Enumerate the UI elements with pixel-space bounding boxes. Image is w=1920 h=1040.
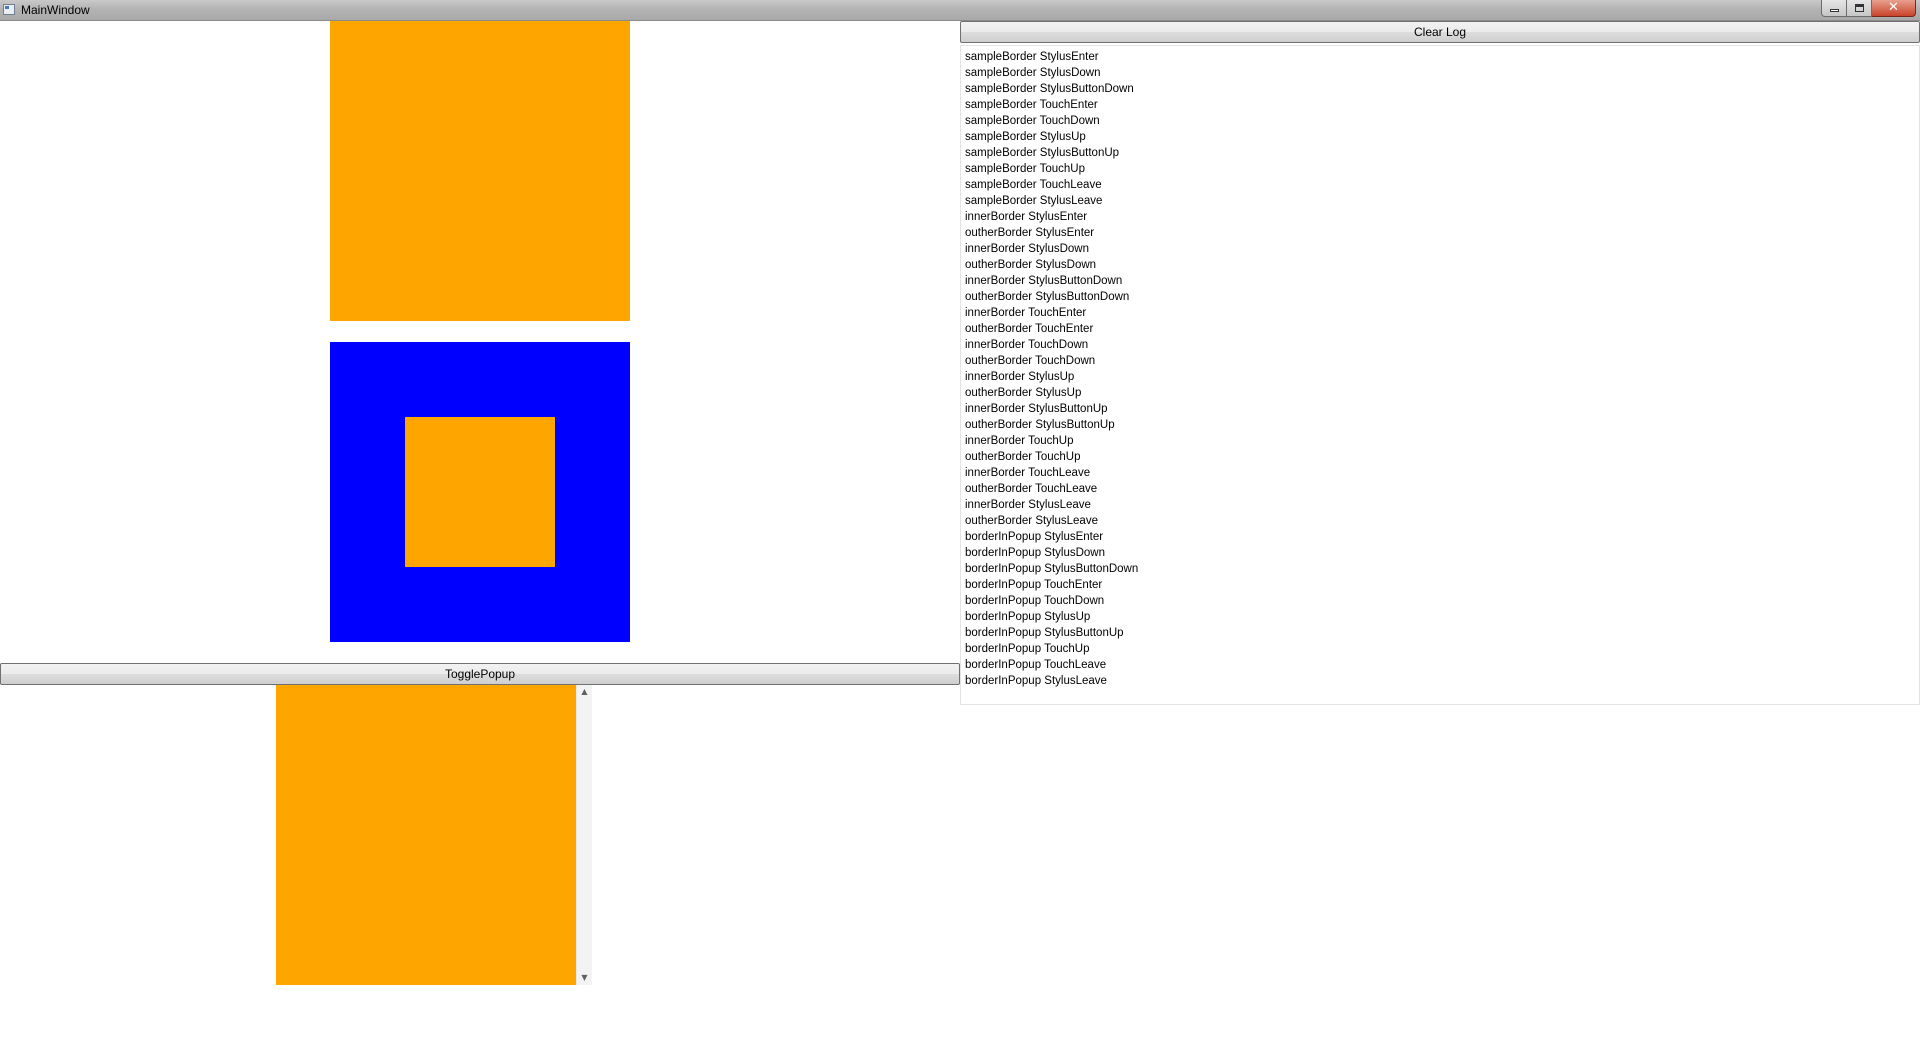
log-entry[interactable]: outherBorder TouchLeave <box>965 481 1919 497</box>
log-entry[interactable]: innerBorder StylusLeave <box>965 497 1919 513</box>
minimize-icon <box>1830 9 1839 12</box>
border-in-popup[interactable] <box>276 685 576 985</box>
inner-border[interactable] <box>405 417 555 567</box>
log-entry[interactable]: borderInPopup TouchEnter <box>965 577 1919 593</box>
clear-log-button[interactable]: Clear Log <box>960 21 1920 43</box>
right-pane: Clear Log sampleBorder StylusEnter sample… <box>960 21 1920 705</box>
log-entry[interactable]: borderInPopup TouchLeave <box>965 657 1919 673</box>
log-entry[interactable]: outherBorder StylusLeave <box>965 513 1919 529</box>
log-entry[interactable]: sampleBorder StylusButtonUp <box>965 145 1919 161</box>
log-entry[interactable]: outherBorder TouchDown <box>965 353 1919 369</box>
log-entry[interactable]: sampleBorder StylusEnter <box>965 49 1919 65</box>
scroll-down-arrow-icon[interactable]: ▼ <box>577 971 592 985</box>
event-log-list[interactable]: sampleBorder StylusEnter sampleBorder Sty… <box>960 45 1920 705</box>
log-entry[interactable]: sampleBorder StylusButtonDown <box>965 81 1919 97</box>
log-entry[interactable]: innerBorder TouchUp <box>965 433 1919 449</box>
outher-border[interactable] <box>330 342 630 642</box>
minimize-button[interactable] <box>1821 0 1847 17</box>
log-entry[interactable]: outherBorder StylusUp <box>965 385 1919 401</box>
log-entry[interactable]: sampleBorder StylusUp <box>965 129 1919 145</box>
popup: ▲ ▼ <box>276 685 592 985</box>
log-entry[interactable]: outherBorder StylusButtonUp <box>965 417 1919 433</box>
close-icon: ✕ <box>1888 0 1899 15</box>
log-entry[interactable]: outherBorder StylusDown <box>965 257 1919 273</box>
log-entry[interactable]: sampleBorder TouchDown <box>965 113 1919 129</box>
log-entry[interactable]: innerBorder StylusButtonDown <box>965 273 1919 289</box>
main-window: MainWindow ✕ TogglePopup ▲ ▼ Clear Log s… <box>0 0 1920 1040</box>
scroll-up-arrow-icon[interactable]: ▲ <box>577 685 592 699</box>
log-entry[interactable]: borderInPopup TouchUp <box>965 641 1919 657</box>
log-entry[interactable]: innerBorder TouchLeave <box>965 465 1919 481</box>
log-entry[interactable]: innerBorder StylusDown <box>965 241 1919 257</box>
log-entry[interactable]: borderInPopup StylusLeave <box>965 673 1919 689</box>
log-entry[interactable]: innerBorder StylusButtonUp <box>965 401 1919 417</box>
popup-scrollbar[interactable]: ▲ ▼ <box>576 685 592 985</box>
log-entry[interactable]: innerBorder TouchEnter <box>965 305 1919 321</box>
sample-border[interactable] <box>330 21 630 321</box>
log-entry[interactable]: innerBorder StylusEnter <box>965 209 1919 225</box>
log-entry[interactable]: outherBorder StylusButtonDown <box>965 289 1919 305</box>
caption-buttons: ✕ <box>1821 0 1916 18</box>
left-pane: TogglePopup ▲ ▼ <box>0 21 960 1040</box>
log-entry[interactable]: sampleBorder TouchUp <box>965 161 1919 177</box>
log-entry[interactable]: borderInPopup StylusButtonDown <box>965 561 1919 577</box>
log-entry[interactable]: sampleBorder StylusDown <box>965 65 1919 81</box>
log-entry[interactable]: sampleBorder StylusLeave <box>965 193 1919 209</box>
log-entry[interactable]: innerBorder TouchDown <box>965 337 1919 353</box>
log-entry[interactable]: sampleBorder TouchEnter <box>965 97 1919 113</box>
log-entry[interactable]: borderInPopup StylusButtonUp <box>965 625 1919 641</box>
app-icon[interactable] <box>3 4 15 15</box>
restore-icon <box>1855 4 1864 12</box>
log-entry[interactable]: borderInPopup TouchDown <box>965 593 1919 609</box>
toggle-popup-button[interactable]: TogglePopup <box>0 663 960 685</box>
log-entry[interactable]: outherBorder TouchEnter <box>965 321 1919 337</box>
log-entry[interactable]: borderInPopup StylusDown <box>965 545 1919 561</box>
maximize-button[interactable] <box>1847 0 1872 17</box>
log-entry[interactable]: borderInPopup StylusUp <box>965 609 1919 625</box>
log-entry[interactable]: borderInPopup StylusEnter <box>965 529 1919 545</box>
log-entry[interactable]: sampleBorder TouchLeave <box>965 177 1919 193</box>
close-button[interactable]: ✕ <box>1872 0 1916 17</box>
content-area: TogglePopup ▲ ▼ Clear Log sampleBorder S… <box>0 21 1920 1040</box>
log-entry[interactable]: outherBorder StylusEnter <box>965 225 1919 241</box>
title-bar[interactable]: MainWindow ✕ <box>0 0 1920 21</box>
window-title: MainWindow <box>21 3 90 17</box>
log-entry[interactable]: outherBorder TouchUp <box>965 449 1919 465</box>
log-entry[interactable]: innerBorder StylusUp <box>965 369 1919 385</box>
